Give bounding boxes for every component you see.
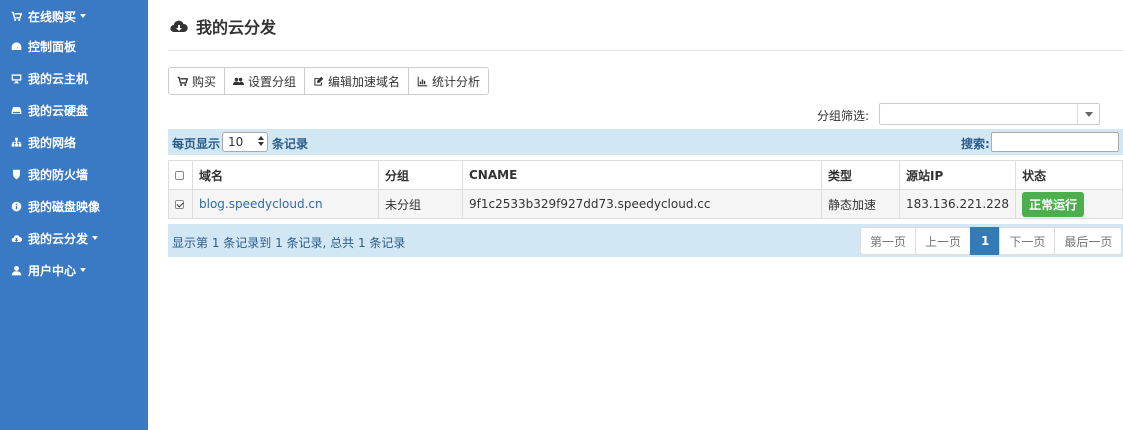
chevron-down-icon [80, 14, 87, 18]
sidebar-item-label: 我的防火墙 [28, 167, 89, 182]
sidebar-item-user-center[interactable]: 用户中心 [0, 254, 148, 286]
group-filter-select[interactable] [879, 103, 1100, 125]
type-cell: 静态加速 [821, 189, 900, 219]
set-group-button[interactable]: 设置分组 [224, 67, 306, 95]
sidebar-item-cloud-hosts[interactable]: 我的云主机 [0, 62, 148, 94]
group-filter-label: 分组筛选: [817, 109, 870, 123]
sidebar-item-label: 我的网络 [28, 135, 77, 150]
sidebar-item-dashboard[interactable]: 控制面板 [0, 30, 148, 62]
set-group-button-label: 设置分组 [248, 74, 297, 89]
prev-page-button[interactable]: 上一页 [915, 227, 972, 255]
table-row[interactable]: blog.speedycloud.cn 未分组 9f1c2533b329f927… [168, 189, 1123, 219]
group-cell: 未分组 [378, 189, 463, 219]
table-footer: 显示第 1 条记录到 1 条记录, 总共 1 条记录 第一页 上一页 1 下一页… [168, 224, 1123, 257]
domain-link[interactable]: blog.speedycloud.cn [199, 197, 323, 211]
pagination: 第一页 上一页 1 下一页 最后一页 [860, 227, 1123, 255]
sidebar-item-cloud-distribution[interactable]: 我的云分发 [0, 222, 148, 254]
info-icon [10, 200, 22, 212]
search-input[interactable] [991, 132, 1119, 152]
sidebar-item-label: 我的云硬盘 [28, 103, 89, 118]
hdd-icon [10, 104, 22, 116]
chevron-down-icon [92, 236, 99, 240]
column-header-type[interactable]: 类型 [821, 160, 900, 190]
column-header-domain[interactable]: 域名 [192, 160, 379, 190]
chevron-down-icon [80, 268, 87, 272]
domain-table: 域名 分组 CNAME 类型 源站IP 状态 blog.speedycloud.… [168, 160, 1123, 219]
cname-cell: 9f1c2533b329f927dd73.speedycloud.cc [462, 189, 822, 219]
buy-button-label: 购买 [192, 74, 217, 89]
list-controls-bar: 每页显示 10 条记录 搜索: [168, 129, 1123, 155]
edit-domain-button[interactable]: 编辑加速域名 [304, 67, 410, 95]
shield-icon [10, 168, 22, 180]
stats-button-label: 统计分析 [432, 74, 481, 89]
status-cell: 正常运行 [1015, 189, 1123, 219]
current-page-button[interactable]: 1 [970, 227, 1001, 255]
per-page-label: 每页显示 [172, 137, 221, 151]
domain-cell: blog.speedycloud.cn [192, 189, 379, 219]
users-icon [233, 77, 245, 85]
last-page-button[interactable]: 最后一页 [1054, 227, 1123, 255]
edit-domain-button-label: 编辑加速域名 [328, 74, 401, 89]
cart-icon [177, 76, 188, 86]
sidebar-item-label: 用户中心 [28, 263, 77, 278]
sidebar-item-label: 我的云分发 [28, 231, 89, 246]
column-header-origin-ip[interactable]: 源站IP [898, 160, 1017, 190]
table-header-row: 域名 分组 CNAME 类型 源站IP 状态 [168, 160, 1123, 190]
origin-ip-cell: 183.136.221.228 [898, 189, 1017, 219]
sidebar-item-label: 控制面板 [28, 39, 77, 54]
action-button-group: 购买 设置分组 编辑加速域名 统计分析 [168, 67, 490, 95]
per-page-select[interactable]: 10 [222, 132, 268, 152]
sidebar-item-network[interactable]: 我的网络 [0, 126, 148, 158]
cloud-download-icon [170, 20, 188, 33]
sidebar-item-firewall[interactable]: 我的防火墙 [0, 158, 148, 190]
select-all-cell [168, 160, 193, 190]
divider [168, 50, 1123, 51]
records-label: 条记录 [272, 137, 309, 151]
sidebar-item-disk-images[interactable]: 我的磁盘映像 [0, 190, 148, 222]
sidebar-item-cloud-disks[interactable]: 我的云硬盘 [0, 94, 148, 126]
dashboard-icon [10, 40, 22, 52]
search-label: 搜索: [961, 137, 990, 151]
cloud-download-icon [10, 232, 22, 244]
sitemap-icon [10, 136, 22, 148]
buy-button[interactable]: 购买 [168, 67, 226, 95]
column-header-group[interactable]: 分组 [378, 160, 463, 190]
row-select-cell [168, 189, 193, 219]
sidebar: 在线购买 控制面板 我的云主机 我的云硬盘 我的网络 我的防火墙 我的磁盘映像 … [0, 0, 148, 430]
sidebar-item-label: 我的磁盘映像 [28, 199, 101, 214]
column-header-cname[interactable]: CNAME [462, 160, 822, 190]
sidebar-item-label: 我的云主机 [28, 71, 89, 86]
user-icon [10, 264, 22, 276]
column-header-status[interactable]: 状态 [1015, 160, 1123, 190]
next-page-button[interactable]: 下一页 [999, 227, 1056, 255]
stats-button[interactable]: 统计分析 [408, 67, 490, 95]
bar-chart-icon [417, 76, 428, 86]
status-badge: 正常运行 [1022, 191, 1085, 217]
select-all-checkbox[interactable] [175, 171, 184, 180]
chevron-down-icon [1077, 104, 1099, 124]
records-info: 显示第 1 条记录到 1 条记录, 总共 1 条记录 [172, 236, 406, 250]
first-page-button[interactable]: 第一页 [860, 227, 917, 255]
row-checkbox[interactable] [175, 200, 184, 209]
monitor-icon [10, 72, 22, 84]
per-page-value: 10 [228, 135, 244, 149]
edit-icon [314, 76, 324, 86]
sidebar-item-buy-online[interactable]: 在线购买 [0, 0, 148, 32]
page-title: 我的云分发 [170, 14, 276, 38]
spinner-arrows-icon [258, 136, 264, 148]
page-title-text: 我的云分发 [196, 18, 277, 37]
cart-icon [10, 10, 22, 22]
sidebar-item-label: 在线购买 [28, 9, 77, 24]
